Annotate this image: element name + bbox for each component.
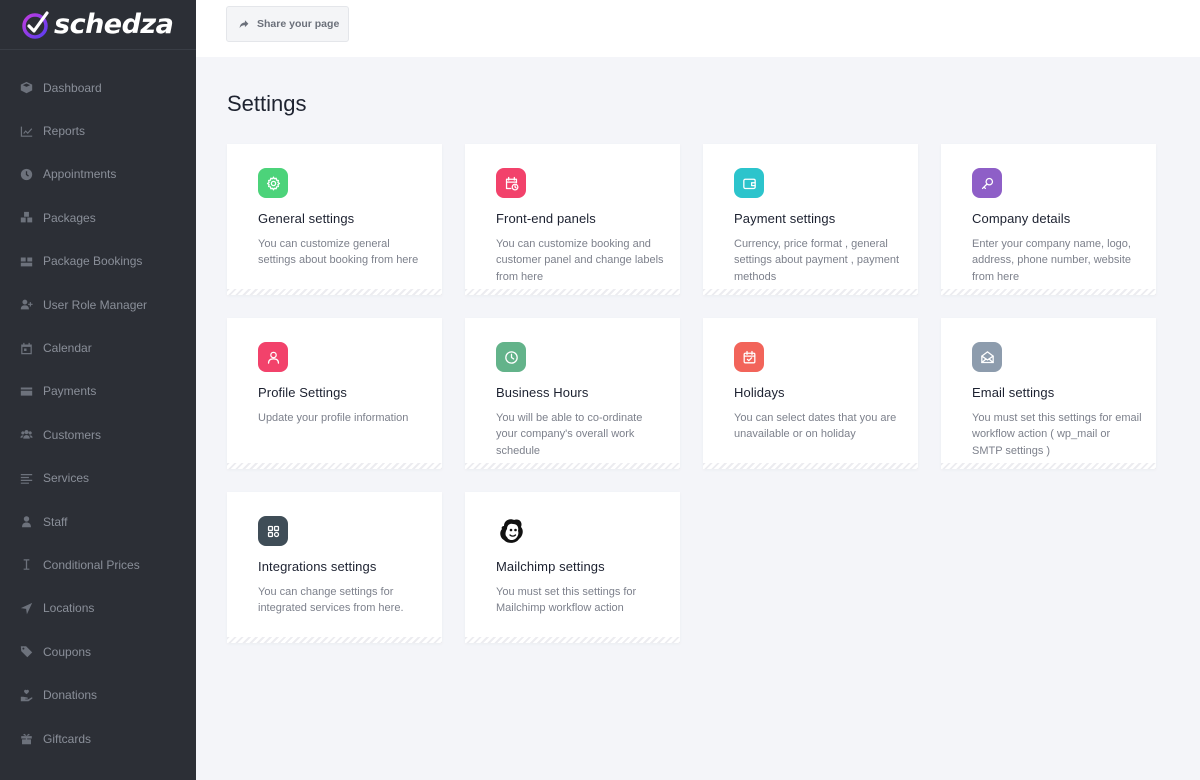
sidebar-item-services[interactable]: Services [0, 457, 196, 500]
sidebar-item-appointments[interactable]: Appointments [0, 153, 196, 196]
sidebar-item-packages[interactable]: Packages [0, 196, 196, 239]
user-icon [19, 515, 33, 529]
sidebar-item-label: Appointments [43, 167, 117, 182]
sidebar-item-reports[interactable]: Reports [0, 109, 196, 152]
card-description: You can change settings for integrated s… [258, 586, 404, 615]
card-description: Enter your company name, logo, address, … [972, 238, 1131, 283]
sidebar-item-customers[interactable]: Customers [0, 413, 196, 456]
sidebar-item-locations[interactable]: Locations [0, 587, 196, 630]
cube-icon [19, 81, 33, 95]
mailchimp-icon [496, 516, 526, 546]
card-description: You will be able to co-ordinate your com… [496, 412, 643, 457]
card-description: Currency, price format , general setting… [734, 238, 900, 283]
card-description: You must set this settings for Mailchimp… [496, 586, 637, 615]
envelope-open-icon [972, 342, 1002, 372]
card-description: You can customize general settings about… [258, 238, 419, 267]
settings-card-holidays[interactable]: Holidays You can select dates that you a… [703, 318, 918, 469]
card-description: You can select dates that you are unavai… [734, 412, 897, 441]
card-title: Email settings [972, 385, 1055, 400]
wallet-icon [734, 168, 764, 198]
sidebar-item-giftcards[interactable]: Giftcards [0, 717, 196, 760]
settings-card-general[interactable]: General settings You can customize gener… [227, 144, 442, 295]
logo-check-icon [20, 9, 52, 41]
user-plus-icon [19, 298, 33, 312]
settings-card-email[interactable]: Email settings You must set this setting… [941, 318, 1156, 469]
settings-card-front-end-panels[interactable]: Front-end panels You can customize booki… [465, 144, 680, 295]
cursor-icon [19, 558, 33, 572]
calendar-check-icon [734, 342, 764, 372]
hand-heart-icon [19, 688, 33, 702]
sidebar: schedza Dashboard Reports Appointments P… [0, 0, 196, 780]
settings-card-mailchimp[interactable]: Mailchimp settings You must set this set… [465, 492, 680, 643]
card-title: Company details [972, 211, 1071, 226]
card-title: Payment settings [734, 211, 836, 226]
chart-icon [19, 124, 33, 138]
sidebar-item-dashboard[interactable]: Dashboard [0, 66, 196, 109]
share-icon [239, 20, 249, 29]
share-page-button[interactable]: Share your page [226, 6, 349, 42]
sidebar-item-package-bookings[interactable]: Package Bookings [0, 240, 196, 283]
integrations-icon [258, 516, 288, 546]
card-description: Update your profile information [258, 412, 409, 424]
user-icon [258, 342, 288, 372]
sidebar-item-label: Reports [43, 124, 86, 139]
users-icon [19, 428, 33, 442]
sidebar-item-staff[interactable]: Staff [0, 500, 196, 543]
sidebar-item-donations[interactable]: Donations [0, 673, 196, 716]
sidebar-item-label: User Role Manager [43, 297, 148, 312]
sidebar-item-label: Coupons [43, 644, 92, 659]
card-description: You can customize booking and customer p… [496, 238, 664, 283]
sidebar-item-label: Calendar [43, 341, 92, 356]
brand-name: schedza [54, 9, 174, 40]
clock-icon [19, 167, 33, 181]
card-title: Holidays [734, 385, 785, 400]
settings-card-integrations[interactable]: Integrations settings You can change set… [227, 492, 442, 643]
sidebar-item-coupons[interactable]: Coupons [0, 630, 196, 673]
sidebar-item-label: Package Bookings [43, 254, 143, 269]
sidebar-item-conditional-prices[interactable]: Conditional Prices [0, 543, 196, 586]
gift-icon [19, 732, 33, 746]
sidebar-item-label: Services [43, 471, 90, 486]
sidebar-item-label: Staff [43, 514, 68, 529]
location-arrow-icon [19, 601, 33, 615]
gear-icon [258, 168, 288, 198]
sidebar-item-label: Donations [43, 688, 98, 703]
settings-card-profile[interactable]: Profile Settings Update your profile inf… [227, 318, 442, 469]
sidebar-item-label: Conditional Prices [43, 557, 140, 572]
card-title: General settings [258, 211, 355, 226]
card-title: Mailchimp settings [496, 559, 605, 574]
sidebar-item-calendar[interactable]: Calendar [0, 326, 196, 369]
sidebar-item-user-role-manager[interactable]: User Role Manager [0, 283, 196, 326]
package-icon [19, 254, 33, 268]
tag-icon [19, 645, 33, 659]
sidebar-item-payments[interactable]: Payments [0, 370, 196, 413]
wallet-icon [19, 384, 33, 398]
sidebar-item-label: Packages [43, 210, 96, 225]
sidebar-item-label: Locations [43, 601, 95, 616]
clock-icon [496, 342, 526, 372]
sidebar-item-label: Giftcards [43, 731, 92, 746]
card-title: Integrations settings [258, 559, 377, 574]
calendar-icon [19, 341, 33, 355]
sidebar-nav: Dashboard Reports Appointments Packages … [0, 66, 196, 760]
share-page-label: Share your page [257, 18, 340, 30]
sidebar-item-label: Dashboard [43, 80, 102, 95]
sidebar-item-label: Payments [43, 384, 97, 399]
key-icon [972, 168, 1002, 198]
sidebar-item-label: Customers [43, 427, 102, 442]
card-description: You must set this settings for email wor… [972, 412, 1142, 457]
list-icon [19, 471, 33, 485]
page-title: Settings [227, 91, 307, 116]
settings-card-company-details[interactable]: Company details Enter your company name,… [941, 144, 1156, 295]
settings-card-business-hours[interactable]: Business Hours You will be able to co-or… [465, 318, 680, 469]
boxes-icon [19, 211, 33, 225]
calendar-clock-icon [496, 168, 526, 198]
card-title: Business Hours [496, 385, 589, 400]
card-title: Front-end panels [496, 211, 596, 226]
logo[interactable]: schedza [0, 0, 196, 50]
settings-card-payment[interactable]: Payment settings Currency, price format … [703, 144, 918, 295]
card-title: Profile Settings [258, 385, 348, 400]
top-bar: Share your page [196, 0, 1200, 57]
